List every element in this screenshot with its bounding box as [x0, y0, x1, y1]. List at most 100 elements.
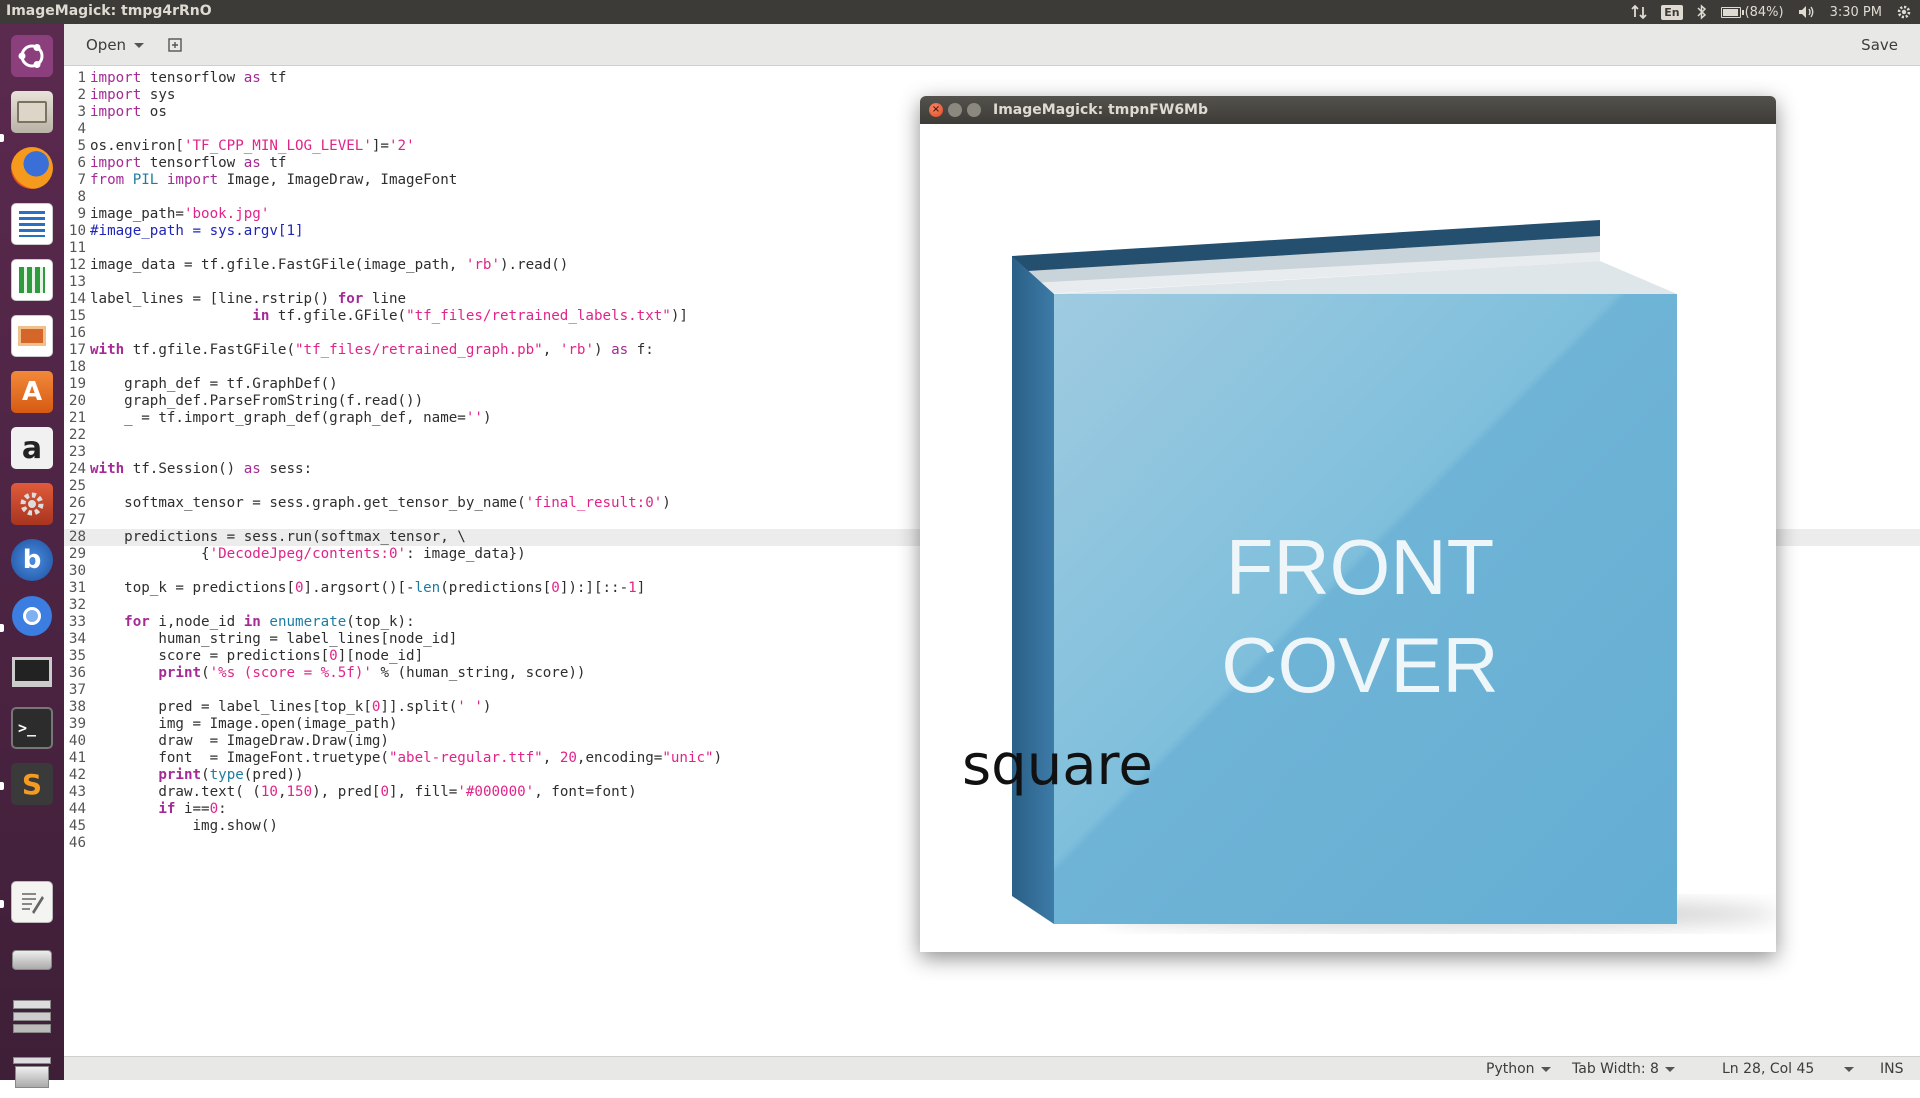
text-editor-icon[interactable] — [6, 876, 58, 928]
code-token: 'DecodeJpeg/contents:0' — [209, 546, 407, 562]
libreoffice-impress-icon[interactable] — [6, 310, 58, 362]
code-token: import — [90, 70, 142, 86]
code-token: pred = label_lines[top_k[ — [90, 699, 372, 715]
libreoffice-calc-icon[interactable] — [6, 254, 58, 306]
new-document-icon — [168, 38, 182, 52]
volume-icon[interactable] — [1798, 4, 1816, 20]
minimize-button[interactable] — [948, 103, 962, 117]
code-token: , — [542, 750, 560, 766]
line-number: 4 — [77, 121, 86, 137]
code-token: '#000000' — [457, 784, 535, 800]
software-center-icon[interactable]: A — [6, 366, 58, 418]
bluetooth-icon[interactable] — [1697, 4, 1707, 20]
code-token: i,node_id — [149, 614, 244, 630]
files-icon[interactable] — [6, 86, 58, 138]
cursor-position-selector[interactable]: Ln 28, Col 45 — [1722, 1061, 1855, 1077]
tab-width-label: Tab Width: 8 — [1572, 1061, 1659, 1077]
new-document-button[interactable] — [160, 32, 190, 58]
code-token: font = ImageFont.truetype( — [90, 750, 389, 766]
code-token: , — [542, 342, 560, 358]
code-token: if — [158, 801, 176, 817]
code-token: as — [243, 70, 261, 86]
battery-icon — [1720, 6, 1744, 18]
code-token: ).read() — [500, 257, 569, 273]
code-token: sys — [141, 87, 176, 103]
language-label: Python — [1486, 1061, 1535, 1077]
clock[interactable]: 3:30 PM — [1830, 5, 1882, 20]
battery-indicator[interactable]: (84%) — [1720, 5, 1784, 20]
terminal-icon[interactable]: >_ — [6, 702, 58, 754]
code-token: for — [124, 614, 150, 630]
tab-width-selector[interactable]: Tab Width: 8 — [1572, 1061, 1675, 1077]
amazon-icon[interactable]: a — [6, 422, 58, 474]
code-token: 0 — [295, 580, 304, 596]
keyboard-layout-indicator[interactable]: En — [1661, 4, 1683, 20]
code-token: in — [252, 308, 270, 324]
display-icon[interactable] — [6, 646, 58, 698]
language-selector[interactable]: Python — [1486, 1061, 1551, 1077]
code-token: graph_def = tf.GraphDef() — [90, 376, 338, 392]
drive-icon[interactable] — [6, 934, 58, 986]
code-token: '%s (score = %.5f)' — [209, 665, 372, 681]
insert-mode: INS — [1880, 1061, 1904, 1077]
code-token: tf — [260, 155, 287, 171]
maximize-button[interactable] — [967, 103, 981, 117]
top-panel: ImageMagick: tmpg4rRnO En (84%) 3:30 PM — [0, 0, 1920, 24]
code-token: ) — [482, 410, 492, 426]
cover-title-line2: COVER — [1221, 621, 1498, 709]
code-token: with — [90, 461, 125, 477]
code-token: tf.gfile.FastGFile( — [124, 342, 296, 358]
code-token: ] — [636, 580, 646, 596]
line-number: 3 — [77, 104, 86, 120]
line-number: 39 — [68, 716, 86, 732]
line-number: 8 — [77, 189, 86, 205]
workspace-switcher-icon[interactable] — [6, 990, 58, 1042]
settings-gear-icon[interactable] — [1896, 4, 1912, 20]
code-token: tf — [260, 70, 287, 86]
code-token: 150 — [286, 784, 313, 800]
network-icon[interactable] — [1631, 4, 1647, 20]
image-canvas[interactable]: FRONT COVER square — [920, 124, 1776, 952]
code-token: (top_k): — [346, 614, 415, 630]
code-token: 'book.jpg' — [183, 206, 270, 222]
code-token: (predictions[ — [440, 580, 552, 596]
chromium-icon[interactable] — [6, 590, 58, 642]
code-token: graph_def.ParseFromString(f.read()) — [90, 393, 424, 409]
app-b-icon[interactable]: b — [6, 534, 58, 586]
imagemagick-titlebar[interactable]: × ImageMagick: tmpnFW6Mb — [920, 96, 1776, 124]
running-indicator — [0, 900, 4, 908]
code-token: as — [243, 155, 261, 171]
line-number: 23 — [68, 444, 86, 460]
system-settings-icon[interactable] — [6, 478, 58, 530]
code-token: f: — [628, 342, 654, 358]
firefox-icon[interactable] — [6, 142, 58, 194]
code-token: print — [158, 767, 202, 783]
line-number: 9 — [77, 206, 86, 222]
ubuntu-dash-icon[interactable] — [6, 30, 58, 82]
line-number: 37 — [68, 682, 86, 698]
line-number: 45 — [68, 818, 86, 834]
line-number: 30 — [68, 563, 86, 579]
libreoffice-writer-icon[interactable] — [6, 198, 58, 250]
code-token: ( — [201, 665, 210, 681]
code-token: ][node_id] — [337, 648, 424, 664]
line-number: 25 — [68, 478, 86, 494]
save-button[interactable]: Save — [1849, 32, 1910, 58]
sublime-text-icon[interactable]: S — [6, 758, 58, 810]
line-number: 2 — [77, 87, 86, 103]
line-number: 44 — [68, 801, 86, 817]
code-line[interactable]: 1 import tensorflow as tf — [64, 70, 1920, 87]
code-token: { — [90, 546, 210, 562]
trash-icon[interactable] — [6, 1046, 58, 1098]
code-token: )] — [670, 308, 688, 324]
close-button[interactable]: × — [929, 103, 943, 117]
code-token: draw.text( ( — [90, 784, 261, 800]
open-button[interactable]: Open — [74, 32, 156, 58]
code-token: tf.Session() — [124, 461, 244, 477]
code-token: #image_path = sys.argv[1] — [90, 223, 304, 239]
line-number: 18 — [68, 359, 86, 375]
code-token: as — [611, 342, 629, 358]
